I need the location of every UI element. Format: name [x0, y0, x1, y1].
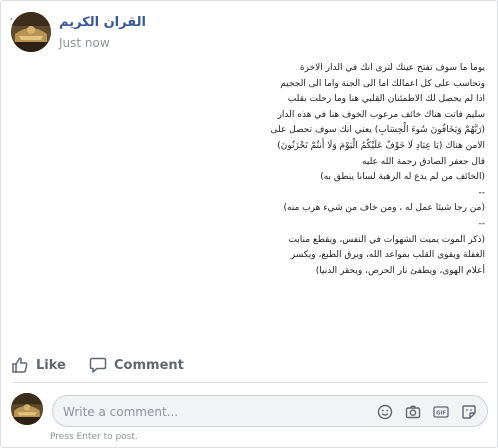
- avatar-image: [11, 393, 43, 425]
- sticker-icon[interactable]: [461, 404, 477, 420]
- post-actions: Like Comment: [1, 350, 498, 380]
- page-name-link[interactable]: القران الكريم: [59, 15, 146, 30]
- comment-icon: [89, 357, 107, 373]
- post-timestamp[interactable]: Just now: [59, 36, 110, 50]
- post-line: وتحاسب على كل اعمالك اما الى الجنة واما …: [280, 78, 485, 89]
- avatar-image: [11, 12, 51, 52]
- post-text: يوما ما سوف تفتح عينك لترى انك في الدار …: [223, 61, 485, 279]
- post-line: (من رجا شيئا عمل له ، ومن خاف من شيء هرب…: [283, 203, 485, 214]
- thumbs-up-icon: [12, 357, 28, 373]
- svg-text:GIF: GIF: [436, 411, 446, 417]
- comment-hint: Press Enter to post.: [50, 432, 138, 442]
- like-button[interactable]: Like: [11, 350, 66, 380]
- comment-input-wrapper: GIF: [52, 395, 488, 427]
- post-line: الامن هناك (يَا عِبَادِ لَا خَوْفٌ عَلَي…: [277, 140, 485, 151]
- divider: [13, 382, 487, 383]
- post-card: ... القران الكريم Just now يوما ما سوف ت…: [0, 0, 498, 448]
- comment-composer: GIF: [1, 391, 498, 431]
- post-line: أعلام الهوى، ويطفئ نار الحرص، ويحقر الدن…: [315, 265, 485, 276]
- emoji-icon[interactable]: [377, 404, 393, 420]
- post-line: سليم فاتت هناك خائف مرعوب الخوف هنا في ه…: [277, 109, 485, 120]
- comment-button[interactable]: Comment: [89, 350, 184, 380]
- post-line: (رَبَّهُمْ وَيَخَافُونَ سُوءَ الْحِسَابِ…: [270, 125, 485, 136]
- commenter-avatar: [11, 393, 43, 425]
- camera-icon[interactable]: [405, 404, 421, 420]
- post-header: ... القران الكريم Just now: [0, 1, 497, 59]
- avatar[interactable]: [11, 12, 51, 52]
- post-line: (الخائف من لم يدع له الرهبة لسانا ينطق ب…: [320, 172, 485, 183]
- post-line: اذا لم يحصل لك الاطمئنان القلبي هنا وما …: [287, 94, 485, 105]
- comment-label: Comment: [114, 357, 184, 373]
- like-label: Like: [36, 357, 66, 373]
- post-line: يوما ما سوف تفتح عينك لترى انك في الدار …: [299, 63, 485, 73]
- gif-icon[interactable]: GIF: [433, 404, 449, 420]
- comment-input[interactable]: [63, 402, 363, 422]
- post-line: الغفلة ويقوي القلب بمواعد الله، ويرق الط…: [290, 250, 485, 261]
- post-line: --: [478, 218, 486, 229]
- post-line: --: [478, 187, 486, 198]
- post-line: (ذكر الموت يميت الشهوات في النفس، ويقطع …: [288, 234, 485, 245]
- post-line: قال جعفر الصادق رحمة الله عليه: [362, 156, 485, 167]
